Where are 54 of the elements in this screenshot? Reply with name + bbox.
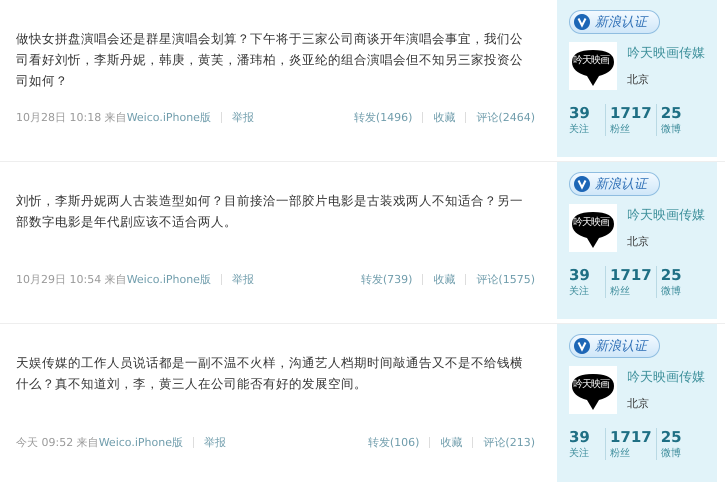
v-icon bbox=[574, 176, 590, 192]
v-icon bbox=[574, 338, 590, 354]
comment-link[interactable]: 评论(2464) bbox=[476, 110, 535, 125]
following-count[interactable]: 39 bbox=[569, 266, 601, 284]
post-text: 天娱传媒的工作人员说话都是一副不温不火样，沟通艺人档期时间敲通告又不是不给钱横什么？真不知道刘，李，黄三人在公司能否有好的发展空间。 bbox=[16, 354, 524, 393]
account-name[interactable]: 吟天映画传媒 bbox=[627, 206, 705, 224]
avatar-logo[interactable]: 吟天映画 bbox=[569, 204, 617, 252]
repost-link[interactable]: 转发(1496) bbox=[354, 110, 412, 125]
source-link[interactable]: Weico.iPhone版 bbox=[126, 110, 211, 125]
verified-badge: 新浪认证 bbox=[569, 172, 660, 196]
avatar-logo[interactable]: 吟天映画 bbox=[569, 366, 617, 414]
avatar-logo[interactable]: 吟天映画 bbox=[569, 42, 617, 90]
post-time: 今天 09:52 来自 bbox=[16, 435, 99, 450]
stat-label[interactable]: 关注 bbox=[569, 284, 601, 298]
stat-label[interactable]: 关注 bbox=[569, 446, 601, 460]
favorite-link[interactable]: 收藏 bbox=[433, 272, 456, 287]
post-count[interactable]: 25 bbox=[660, 266, 682, 284]
report-link[interactable]: 举报 bbox=[204, 435, 226, 450]
post-time: 10月28日 10:18 来自 bbox=[16, 110, 127, 125]
stat-label[interactable]: 关注 bbox=[569, 122, 601, 136]
follower-count[interactable]: 1717 bbox=[610, 104, 652, 122]
stat-label[interactable]: 粉丝 bbox=[610, 284, 652, 298]
report-link[interactable]: 举报 bbox=[232, 272, 254, 287]
repost-link[interactable]: 转发(106) bbox=[368, 435, 420, 450]
v-icon bbox=[574, 14, 590, 30]
post-text: 刘忻，李斯丹妮两人古装造型如何？目前接洽一部胶片电影是古装戏两人不知适合？另一部数字电影是年代剧应该不适合两人。 bbox=[16, 192, 524, 231]
report-link[interactable]: 举报 bbox=[232, 110, 254, 125]
account-name[interactable]: 吟天映画传媒 bbox=[627, 44, 705, 62]
follower-count[interactable]: 1717 bbox=[610, 428, 652, 446]
verified-badge: 新浪认证 bbox=[569, 10, 660, 34]
location-text: 北京 bbox=[627, 72, 650, 87]
verified-badge: 新浪认证 bbox=[569, 334, 660, 358]
favorite-link[interactable]: 收藏 bbox=[440, 435, 462, 450]
location-text: 北京 bbox=[627, 234, 650, 249]
stat-label[interactable]: 微博 bbox=[660, 122, 682, 136]
favorite-link[interactable]: 收藏 bbox=[433, 110, 456, 125]
stat-label[interactable]: 粉丝 bbox=[610, 122, 652, 136]
stat-label[interactable]: 微博 bbox=[660, 446, 682, 460]
stat-label[interactable]: 微博 bbox=[660, 284, 682, 298]
post-count[interactable]: 25 bbox=[660, 428, 682, 446]
source-link[interactable]: Weico.iPhone版 bbox=[98, 435, 183, 450]
following-count[interactable]: 39 bbox=[569, 104, 601, 122]
source-link[interactable]: Weico.iPhone版 bbox=[126, 272, 211, 287]
post-count[interactable]: 25 bbox=[660, 104, 682, 122]
repost-link[interactable]: 转发(739) bbox=[360, 272, 412, 287]
location-text: 北京 bbox=[627, 396, 650, 411]
post-text: 做快女拼盘演唱会还是群星演唱会划算？下午将于三家公司商谈开年演唱会事宜，我们公司看好刘忻，李斯丹妮，韩庚，黄芙，潘玮柏，炎亚纶的组合演唱会但不知另三家投资公司如何？ bbox=[16, 30, 524, 90]
stat-label[interactable]: 粉丝 bbox=[610, 446, 652, 460]
account-name[interactable]: 吟天映画传媒 bbox=[627, 368, 705, 386]
comment-link[interactable]: 评论(213) bbox=[483, 435, 535, 450]
follower-count[interactable]: 1717 bbox=[610, 266, 652, 284]
post-time: 10月29日 10:54 来自 bbox=[16, 272, 127, 287]
comment-link[interactable]: 评论(1575) bbox=[476, 272, 535, 287]
following-count[interactable]: 39 bbox=[569, 428, 601, 446]
